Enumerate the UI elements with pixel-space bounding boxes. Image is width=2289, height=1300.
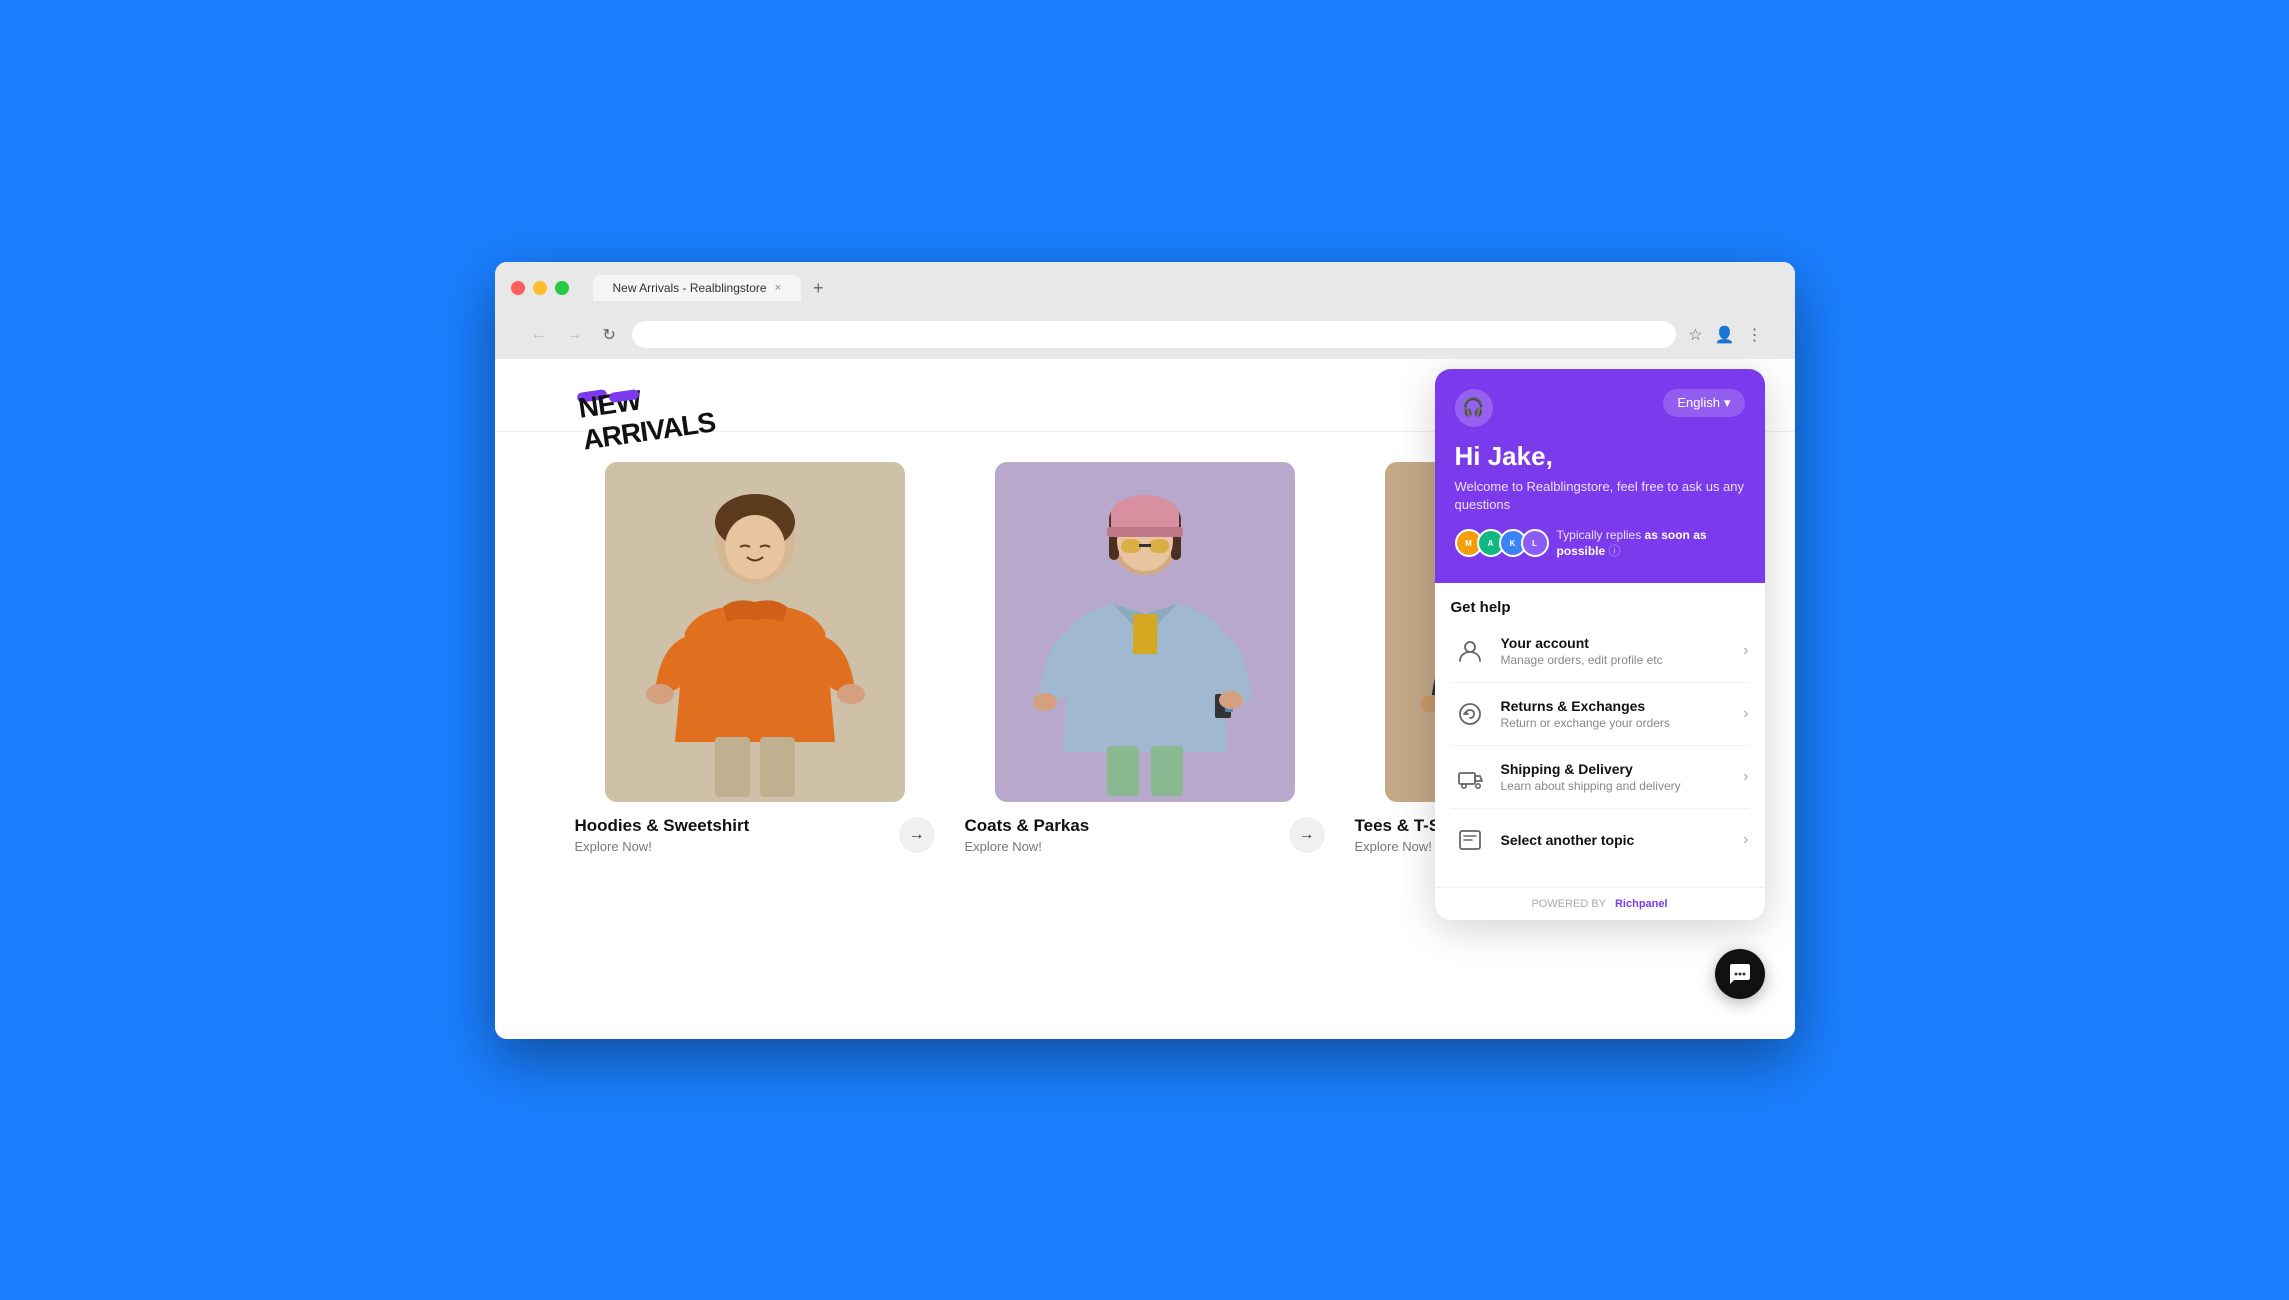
agent-avatar-l: L [1521, 529, 1549, 557]
forward-button[interactable]: → [563, 322, 587, 348]
browser-titlebar: New Arrivals - Realblingstore × + ← → ↻ … [495, 262, 1795, 359]
account-icon [1451, 632, 1489, 670]
chat-logo-icon: 🎧 [1455, 389, 1493, 427]
info-icon: ⓘ [1609, 544, 1621, 558]
chat-welcome-text: Welcome to Realblingstore, feel free to … [1455, 478, 1745, 514]
account-chevron-icon: › [1743, 642, 1748, 660]
product-subtitle-coat: Explore Now! [965, 839, 1090, 854]
help-item-account[interactable]: Your account Manage orders, edit profile… [1451, 620, 1749, 683]
menu-button[interactable]: ⋮ [1747, 325, 1763, 345]
browser-window: New Arrivals - Realblingstore × + ← → ↻ … [495, 262, 1795, 1039]
product-subtitle-hoodie: Explore Now! [575, 839, 750, 854]
language-label: English [1677, 395, 1720, 410]
returns-icon [1451, 695, 1489, 733]
shipping-icon [1451, 758, 1489, 796]
product-image-hoodie [575, 462, 935, 802]
browser-tabs: New Arrivals - Realblingstore × + [593, 274, 832, 303]
traffic-light-red[interactable] [511, 281, 525, 295]
help-section-title: Get help [1451, 599, 1749, 616]
chat-header: 🎧 English ▾ Hi Jake, Welcome to Realblin… [1435, 369, 1765, 583]
store-logo: NEW ARRIVALS [575, 379, 1458, 411]
tab-close-btn[interactable]: × [775, 282, 781, 294]
chat-bubble-button[interactable] [1715, 949, 1765, 999]
traffic-light-yellow[interactable] [533, 281, 547, 295]
chevron-down-icon: ▾ [1724, 395, 1731, 411]
shipping-desc: Learn about shipping and delivery [1501, 779, 1744, 793]
agents-avatars: M A K L [1455, 529, 1549, 557]
page-content: NEW ARRIVALS MEN WOMEN HOME & L... [495, 359, 1795, 1039]
product-info-hoodie: Hoodies & Sweetshirt Explore Now! → [575, 816, 935, 854]
account-desc: Manage orders, edit profile etc [1501, 653, 1744, 667]
account-title: Your account [1501, 635, 1744, 651]
footer-brand: Richpanel [1615, 898, 1668, 910]
other-chevron-icon: › [1743, 831, 1748, 849]
browser-addressbar: ← → ↻ ☆ 👤 ⋮ [511, 313, 1779, 359]
profile-button[interactable]: 👤 [1715, 325, 1735, 345]
traffic-light-green[interactable] [555, 281, 569, 295]
tab-label: New Arrivals - Realblingstore [613, 281, 767, 295]
product-title-hoodie: Hoodies & Sweetshirt [575, 816, 750, 836]
shipping-title: Shipping & Delivery [1501, 761, 1744, 777]
shipping-chevron-icon: › [1743, 768, 1748, 786]
help-item-returns-text: Returns & Exchanges Return or exchange y… [1501, 698, 1744, 730]
browser-actions: ☆ 👤 ⋮ [1688, 325, 1762, 345]
reply-status-prefix: Typically replies [1557, 528, 1645, 542]
language-button[interactable]: English ▾ [1663, 389, 1744, 417]
chat-footer: POWERED BY Richpanel [1435, 887, 1765, 920]
product-title-coat: Coats & Parkas [965, 816, 1090, 836]
chat-greeting: Hi Jake, [1455, 441, 1745, 472]
help-item-other[interactable]: Select another topic › [1451, 809, 1749, 871]
product-arrow-coat[interactable]: → [1289, 817, 1325, 853]
address-bar[interactable] [632, 321, 1676, 348]
other-title: Select another topic [1501, 832, 1744, 848]
chat-agents: M A K L Typically replies as soon as pos… [1455, 528, 1745, 559]
product-arrow-hoodie[interactable]: → [899, 817, 935, 853]
returns-title: Returns & Exchanges [1501, 698, 1744, 714]
help-item-shipping[interactable]: Shipping & Delivery Learn about shipping… [1451, 746, 1749, 809]
product-info-coat: Coats & Parkas Explore Now! → [965, 816, 1325, 854]
topic-icon [1451, 821, 1489, 859]
help-item-returns[interactable]: Returns & Exchanges Return or exchange y… [1451, 683, 1749, 746]
browser-tab-active[interactable]: New Arrivals - Realblingstore × [593, 275, 802, 301]
back-button[interactable]: ← [527, 322, 551, 348]
reload-button[interactable]: ↻ [599, 321, 620, 349]
returns-chevron-icon: › [1743, 705, 1748, 723]
returns-desc: Return or exchange your orders [1501, 716, 1744, 730]
reply-status: Typically replies as soon as possible ⓘ [1557, 528, 1745, 559]
new-tab-button[interactable]: + [805, 274, 832, 303]
store-logo-text: NEW ARRIVALS [576, 389, 607, 403]
help-item-shipping-text: Shipping & Delivery Learn about shipping… [1501, 761, 1744, 793]
footer-prefix: POWERED BY [1531, 898, 1605, 910]
product-card-coat: Coats & Parkas Explore Now! → [965, 462, 1325, 854]
chat-widget: 🎧 English ▾ Hi Jake, Welcome to Realblin… [1435, 369, 1765, 920]
help-item-other-text: Select another topic [1501, 832, 1744, 848]
product-image-coat [965, 462, 1325, 802]
product-card-hoodie: Hoodies & Sweetshirt Explore Now! → [575, 462, 935, 854]
chat-help-section: Get help Your account Manage orders, edi… [1435, 583, 1765, 887]
chat-header-top: 🎧 English ▾ [1455, 389, 1745, 427]
bookmark-button[interactable]: ☆ [1688, 325, 1702, 345]
help-item-account-text: Your account Manage orders, edit profile… [1501, 635, 1744, 667]
